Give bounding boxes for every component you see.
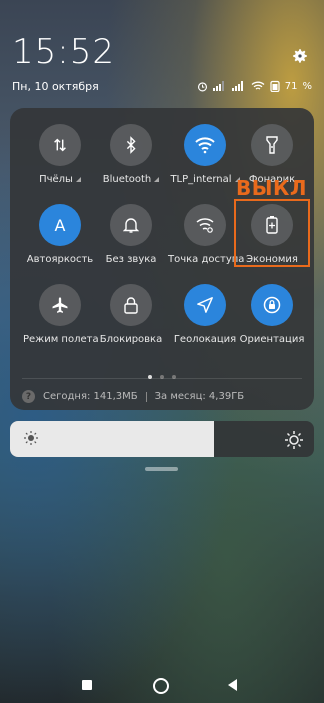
toggle-bluetooth[interactable]: Bluetooth [94, 124, 168, 185]
lock-icon [110, 284, 152, 326]
brightness-low-icon [24, 431, 38, 445]
status-icons: 71% [197, 80, 312, 92]
clock: 15:52 [12, 32, 115, 72]
gear-icon[interactable] [291, 47, 309, 65]
divider [22, 378, 302, 379]
brightness-fill [10, 421, 214, 457]
toggle-label: TLP_internal [170, 174, 232, 185]
annotation-highlight-box [234, 199, 310, 267]
separator [145, 391, 147, 402]
toggle-label: Блокировка [99, 334, 163, 345]
data-transfer-icon [39, 124, 81, 166]
usage-today: Сегодня: 141,3МБ [43, 391, 138, 402]
battery-status-icon [270, 80, 280, 92]
toggle-wifi[interactable]: TLP_internal [168, 124, 242, 185]
brightness-high-icon [285, 431, 303, 449]
toggle-auto-brightness[interactable]: A Автояркость [23, 204, 97, 265]
toggle-mobile-data[interactable]: Пчёлы [23, 124, 97, 185]
hotspot-icon [184, 204, 226, 246]
toggle-label: Геолокация [173, 334, 237, 345]
bell-icon [110, 204, 152, 246]
toggle-rotation[interactable]: Ориентация [235, 284, 309, 345]
signal-icon-1 [212, 81, 224, 91]
recent-apps-button[interactable] [82, 680, 92, 690]
back-button[interactable] [228, 679, 237, 691]
toggle-location[interactable]: Геолокация [168, 284, 242, 345]
toggle-label: Пчёлы [39, 174, 73, 185]
battery-percent: 71 [284, 80, 298, 92]
toggle-label: Bluetooth [102, 174, 152, 185]
rotation-lock-icon [251, 284, 293, 326]
home-button[interactable] [153, 678, 169, 694]
wifi-status-icon [251, 81, 265, 90]
auto-brightness-letter: A [54, 215, 66, 235]
date: Пн, 10 октября [12, 80, 99, 93]
help-icon: ? [22, 390, 35, 403]
drag-handle[interactable] [145, 467, 178, 471]
toggle-label: Автояркость [26, 254, 94, 265]
toggle-label: Без звука [105, 254, 157, 265]
toggle-label: Точка доступа [168, 254, 245, 265]
page-indicator [10, 364, 314, 383]
location-icon [184, 284, 226, 326]
signal-icon-2 [231, 81, 243, 91]
bluetooth-icon [110, 124, 152, 166]
alarm-icon [197, 81, 207, 91]
toggle-lock[interactable]: Блокировка [94, 284, 168, 345]
brightness-slider[interactable] [10, 421, 314, 457]
airplane-icon [39, 284, 81, 326]
flashlight-icon [251, 124, 293, 166]
auto-brightness-icon: A [39, 204, 81, 246]
wifi-icon [184, 124, 226, 166]
toggle-label: Ориентация [239, 334, 305, 345]
toggle-label: Режим полета [23, 334, 99, 345]
data-usage[interactable]: ? Сегодня: 141,3МБ За месяц: 4,39ГБ [22, 390, 244, 403]
toggle-silent[interactable]: Без звука [94, 204, 168, 265]
annotation-label: ВЫКЛ [236, 176, 307, 200]
toggle-hotspot[interactable]: Точка доступа [168, 204, 245, 265]
toggle-airplane-mode[interactable]: Режим полета [23, 284, 99, 345]
usage-month: За месяц: 4,39ГБ [154, 391, 245, 402]
